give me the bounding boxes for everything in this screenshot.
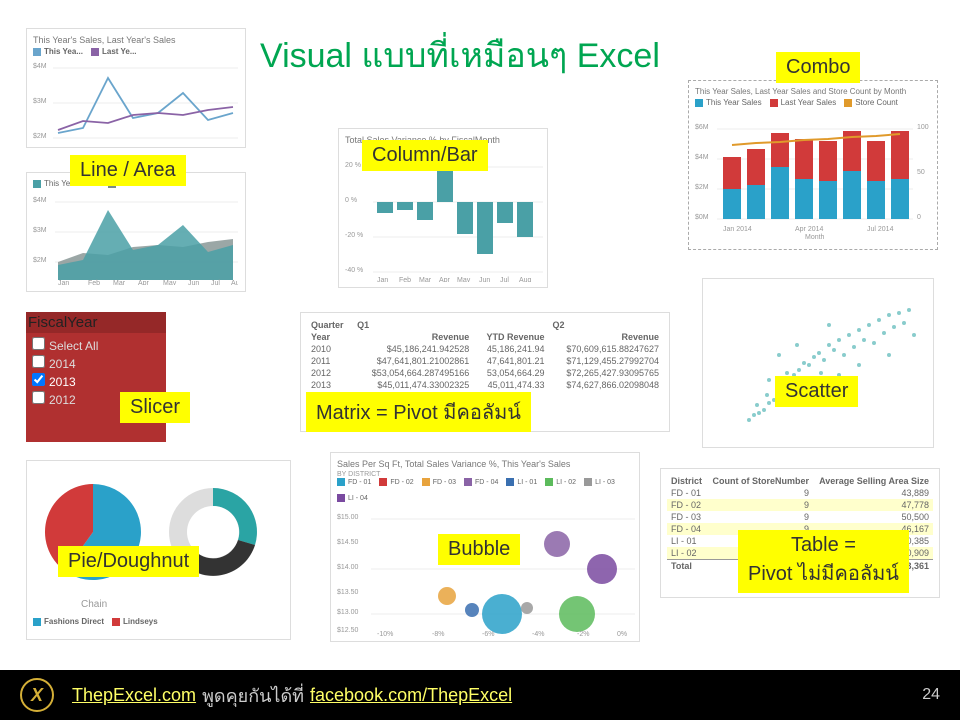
tag-pie: Pie/Doughnut (58, 546, 199, 577)
fb-link[interactable]: facebook.com/ThepExcel (310, 685, 512, 706)
footer: X ThepExcel.com พูดคุยกันได้ที่ facebook… (0, 670, 960, 720)
svg-text:$15.00: $15.00 (337, 514, 359, 521)
scatter-svg (709, 285, 929, 440)
svg-text:Jan: Jan (58, 280, 69, 285)
matrix-grid: QuarterQ1Q2 YearRevenueYTD RevenueRevenu… (307, 319, 663, 391)
svg-text:-6%: -6% (482, 631, 494, 638)
svg-text:Mar: Mar (113, 280, 126, 285)
svg-text:Aug: Aug (519, 277, 532, 282)
slicer-option[interactable]: 2013 (32, 373, 160, 389)
svg-text:$3M: $3M (33, 98, 47, 105)
svg-text:Mar: Mar (419, 277, 432, 282)
bubble-title: Sales Per Sq Ft, Total Sales Variance %,… (337, 459, 633, 469)
svg-text:$3M: $3M (33, 227, 47, 234)
tag-table: Table = Pivot ไม่มีคอลัมน์ (738, 530, 909, 593)
area-chart: This Year SalesLast Year Sales $4M$3M$2M… (26, 172, 246, 292)
svg-text:0 %: 0 % (345, 197, 357, 204)
svg-text:Jun: Jun (188, 280, 199, 285)
svg-text:-20 %: -20 % (345, 232, 363, 239)
svg-text:$2M: $2M (33, 257, 47, 264)
combo-svg: $6M $4M $2M $0M 100 50 0 Jan 2014 Apr 2014 Jul … (695, 109, 933, 239)
svg-text:$13.00: $13.00 (337, 609, 359, 616)
svg-text:50: 50 (917, 169, 925, 176)
svg-text:-10%: -10% (377, 631, 393, 638)
svg-text:$2M: $2M (695, 184, 709, 191)
svg-text:Jul 2014: Jul 2014 (867, 226, 894, 233)
svg-text:Jun: Jun (479, 277, 490, 282)
svg-text:Apr 2014: Apr 2014 (795, 226, 824, 233)
bubble-subtitle: BY DISTRICT (337, 471, 633, 478)
tag-bubble: Bubble (438, 534, 520, 565)
line-legend: This Yea...Last Ye... (33, 47, 239, 56)
footer-text: พูดคุยกันได้ที่ (202, 681, 304, 710)
svg-text:-2%: -2% (577, 631, 589, 638)
svg-text:May: May (163, 280, 177, 285)
svg-text:-4%: -4% (532, 631, 544, 638)
svg-text:Feb: Feb (399, 277, 411, 282)
scatter-chart (702, 278, 934, 448)
svg-text:$2M: $2M (33, 133, 47, 140)
svg-text:Apr: Apr (138, 280, 150, 285)
combo-chart: This Year Sales, Last Year Sales and Sto… (688, 80, 938, 250)
tag-column: Column/Bar (362, 140, 488, 171)
pie-legend: Fashions DirectLindseys (33, 617, 284, 626)
svg-text:Aug: Aug (231, 280, 238, 285)
svg-text:Jul: Jul (211, 280, 220, 285)
svg-text:Jan 2014: Jan 2014 (723, 226, 752, 233)
svg-text:100: 100 (917, 124, 929, 131)
site-link[interactable]: ThepExcel.com (72, 685, 196, 706)
pie-svg: Chain (33, 467, 283, 617)
svg-text:$4M: $4M (33, 197, 47, 204)
svg-text:-8%: -8% (432, 631, 444, 638)
line-chart: This Year's Sales, Last Year's Sales Thi… (26, 28, 246, 148)
svg-text:$0M: $0M (695, 214, 709, 221)
line-chart-title: This Year's Sales, Last Year's Sales (33, 35, 239, 45)
slicer-option[interactable]: 2014 (32, 355, 160, 371)
svg-text:$14.00: $14.00 (337, 564, 359, 571)
combo-legend: This Year SalesLast Year SalesStore Coun… (695, 98, 931, 107)
line-svg: $4M $3M $2M (33, 58, 238, 146)
tag-line-area: Line / Area (70, 155, 186, 186)
bubble-svg: $15.00 $14.50 $14.00 $13.50 $13.00 $12.50 -10… (337, 504, 635, 639)
area-svg: $4M $3M $2M Jan Feb Mar Apr May Jun Jul Aug (33, 190, 238, 285)
tag-slicer: Slicer (120, 392, 190, 423)
svg-text:$4M: $4M (695, 154, 709, 161)
svg-text:Apr: Apr (439, 277, 451, 282)
combo-title: This Year Sales, Last Year Sales and Sto… (695, 87, 931, 96)
svg-text:$4M: $4M (33, 63, 47, 70)
svg-text:20 %: 20 % (345, 162, 361, 169)
svg-text:$13.50: $13.50 (337, 589, 359, 596)
svg-text:May: May (457, 277, 471, 282)
bubble-legend: FD - 01FD - 02FD - 03FD - 04 LI - 01LI -… (337, 478, 633, 502)
svg-text:Month: Month (805, 234, 825, 239)
svg-text:0: 0 (917, 214, 921, 221)
svg-text:Jan: Jan (377, 277, 388, 282)
slicer-title: FiscalYear (26, 312, 166, 333)
slide: Visual แบบที่เหมือนๆ Excel Line / Area C… (0, 0, 960, 720)
tag-combo: Combo (776, 52, 860, 83)
svg-text:Chain: Chain (81, 599, 107, 610)
svg-text:Feb: Feb (88, 280, 100, 285)
svg-text:-40 %: -40 % (345, 267, 363, 274)
tag-matrix: Matrix = Pivot มีคอลัมน์ (306, 392, 531, 432)
svg-text:$6M: $6M (695, 124, 709, 131)
svg-text:0%: 0% (617, 631, 627, 638)
svg-text:Jul: Jul (500, 277, 509, 282)
logo-icon: X (20, 678, 54, 712)
page-number: 24 (922, 686, 940, 704)
slicer-option[interactable]: Select All (32, 337, 160, 353)
tag-scatter: Scatter (775, 376, 858, 407)
svg-text:$12.50: $12.50 (337, 627, 359, 634)
svg-text:$14.50: $14.50 (337, 539, 359, 546)
page-title: Visual แบบที่เหมือนๆ Excel (260, 28, 660, 82)
